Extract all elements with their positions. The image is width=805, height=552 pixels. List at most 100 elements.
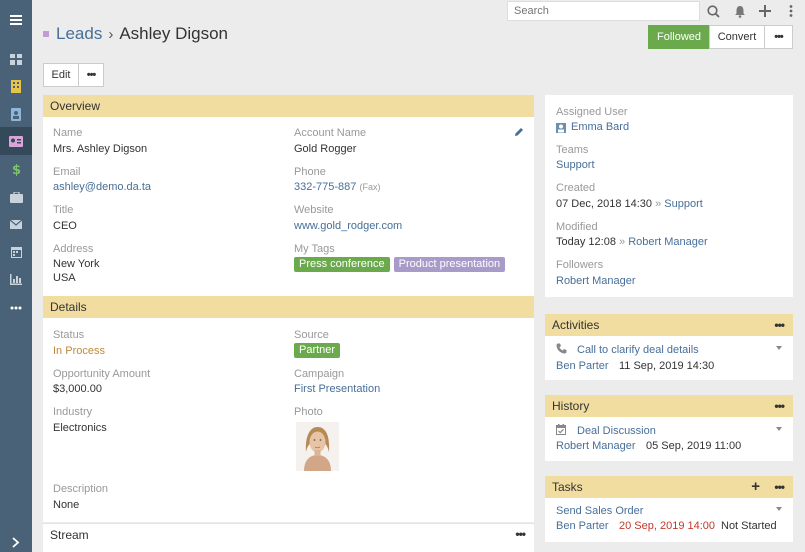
website-label: Website [294, 204, 334, 216]
task-user-link[interactable]: Ben Parter [556, 520, 609, 532]
phone-link[interactable]: 332-775-887 [294, 181, 356, 193]
stream-panel: Stream ••• [43, 523, 534, 552]
created-team-link[interactable]: Support [664, 198, 703, 210]
reports-chart-icon[interactable] [0, 265, 32, 293]
task-title-link[interactable]: Send Sales Order [556, 505, 643, 517]
user-menu-kebab-icon[interactable] [783, 3, 799, 19]
breadcrumb-separator: › [108, 25, 114, 43]
tasks-panel-header: Tasks + ••• [545, 476, 793, 498]
menu-toggle-icon[interactable] [0, 6, 32, 34]
contacts-icon[interactable] [0, 100, 32, 128]
edit-more-button[interactable]: ••• [78, 63, 104, 87]
quick-create-plus-icon[interactable] [757, 3, 773, 19]
overview-panel-header: Overview [43, 95, 534, 117]
edit-button[interactable]: Edit [43, 63, 79, 87]
description-value: None [53, 499, 80, 511]
history-dropdown-caret-icon[interactable] [776, 427, 782, 431]
calendar-icon[interactable] [0, 238, 32, 266]
overview-panel: Overview Name Mrs. Ashley Digson Account… [43, 95, 534, 296]
meeting-calendar-icon [556, 424, 566, 438]
breadcrumb-leads-link[interactable]: Leads [56, 24, 102, 44]
source-badge: Partner [294, 343, 341, 358]
modified-separator: » [619, 236, 626, 248]
photo-label: Photo [294, 406, 323, 418]
activities-panel-header: Activities ••• [545, 314, 793, 336]
global-search-input[interactable] [507, 1, 700, 21]
modified-user-link[interactable]: Robert Manager [628, 236, 708, 248]
cases-briefcase-icon[interactable] [0, 183, 32, 211]
assigned-user-link[interactable]: Emma Bard [571, 121, 629, 133]
address-label: Address [53, 243, 94, 255]
phone-label: Phone [294, 166, 326, 178]
created-label: Created [556, 182, 596, 194]
industry-label: Industry [53, 406, 93, 418]
name-value: Mrs. Ashley Digson [53, 143, 148, 155]
details-panel-header: Details [43, 296, 534, 318]
description-label: Description [53, 483, 109, 495]
tasks-panel: Tasks + ••• Send Sales Order Ben Parter … [545, 476, 793, 542]
notifications-bell-icon[interactable] [732, 3, 748, 19]
tag-product-presentation[interactable]: Product presentation [393, 257, 506, 272]
followers-link[interactable]: Robert Manager [556, 275, 636, 287]
phone-field: 332-775-887 (Fax) [294, 181, 380, 193]
email-envelope-icon[interactable] [0, 210, 32, 238]
opportunities-dollar-icon[interactable]: $ [0, 155, 32, 183]
history-more-button[interactable]: ••• [774, 395, 785, 417]
details-panel: Details Status In Process Source Partner… [43, 296, 534, 522]
followed-button[interactable]: Followed [648, 25, 710, 49]
history-user-link[interactable]: Robert Manager [556, 440, 636, 452]
more-tabs-ellipsis-icon[interactable] [0, 294, 32, 322]
history-date: 05 Sep, 2019 11:00 [646, 440, 742, 452]
search-icon[interactable] [705, 3, 721, 19]
leads-color-marker [43, 31, 49, 37]
phone-type: (Fax) [359, 182, 381, 192]
address-line-1: New York [53, 258, 100, 270]
history-title-link[interactable]: Deal Discussion [577, 425, 656, 437]
edit-pencil-icon[interactable] [514, 127, 524, 140]
user-icon [556, 123, 566, 136]
industry-value: Electronics [53, 422, 107, 434]
side-navigation: $ [0, 0, 32, 552]
page-title: Ashley Digson [119, 24, 228, 43]
status-value: In Process [53, 345, 105, 357]
account-name-value: Gold Rogger [294, 143, 357, 155]
email-link[interactable]: ashley@demo.da.ta [53, 181, 151, 193]
status-label: Status [53, 329, 85, 341]
activity-date: 11 Sep, 2019 14:30 [619, 360, 715, 372]
history-panel-header: History ••• [545, 395, 793, 417]
created-field: 07 Dec, 2018 14:30 » Support [556, 198, 703, 210]
accounts-building-icon[interactable] [0, 72, 32, 100]
task-dropdown-caret-icon[interactable] [776, 507, 782, 511]
add-task-button[interactable]: + [751, 476, 760, 498]
teams-link[interactable]: Support [556, 159, 595, 171]
my-tags-label: My Tags [294, 243, 335, 255]
task-due-date: 20 Sep, 2019 14:00 [619, 520, 716, 532]
account-name-label: Account Name [294, 127, 367, 139]
header-more-button[interactable]: ••• [764, 25, 793, 49]
stream-more-button[interactable]: ••• [515, 527, 526, 541]
campaign-link[interactable]: First Presentation [294, 383, 380, 395]
activity-dropdown-caret-icon[interactable] [776, 346, 782, 350]
phone-call-icon [556, 343, 567, 357]
activities-more-button[interactable]: ••• [774, 314, 785, 336]
leads-icon[interactable] [0, 127, 32, 155]
details-title: Details [50, 300, 87, 314]
title-value: CEO [53, 220, 77, 232]
lead-photo[interactable] [296, 422, 339, 471]
tasks-more-button[interactable]: ••• [774, 476, 785, 498]
tag-press-conference[interactable]: Press conference [294, 257, 390, 272]
created-separator: » [655, 198, 662, 210]
title-label: Title [53, 204, 74, 216]
modified-label: Modified [556, 221, 598, 233]
activity-title-link[interactable]: Call to clarify deal details [577, 344, 699, 356]
source-label: Source [294, 329, 329, 341]
svg-text:$: $ [12, 163, 21, 176]
website-link[interactable]: www.gold_rodger.com [294, 220, 402, 232]
dashboard-icon[interactable] [0, 45, 32, 73]
assigned-user-label: Assigned User [556, 106, 628, 118]
convert-button[interactable]: Convert [709, 25, 765, 49]
breadcrumb: Leads › Ashley Digson [43, 24, 228, 44]
modified-field: Today 12:08 » Robert Manager [556, 236, 708, 248]
collapse-chevron-right-icon[interactable] [0, 528, 32, 552]
activity-user-link[interactable]: Ben Parter [556, 360, 609, 372]
